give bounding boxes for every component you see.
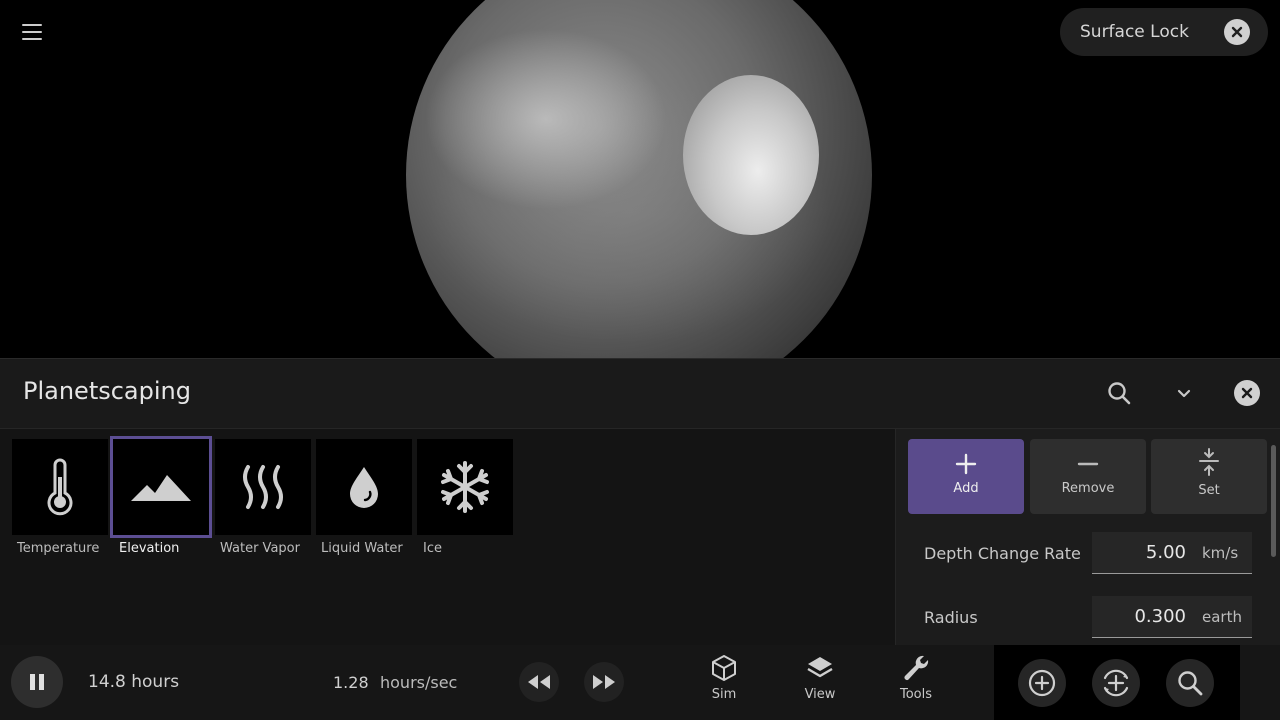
set-mode-button[interactable]: Set: [1151, 439, 1267, 514]
rewind-button[interactable]: [519, 662, 559, 702]
plus-icon: [955, 453, 977, 475]
menu-icon: [22, 24, 42, 26]
close-icon: [1241, 387, 1253, 399]
camera-search-button[interactable]: [1166, 659, 1214, 707]
remove-mode-button[interactable]: Remove: [1030, 439, 1146, 514]
plus-circle-icon: [1028, 669, 1056, 697]
set-mode-label: Set: [1198, 483, 1220, 498]
depth-change-rate-input[interactable]: 5.00 km/s: [1092, 532, 1252, 574]
sim-rate-value: 1.28: [333, 673, 369, 692]
fast-forward-button[interactable]: [584, 662, 624, 702]
pause-icon: [30, 674, 44, 690]
rotate-camera-button[interactable]: [1092, 659, 1140, 707]
nav-tools-button[interactable]: Tools: [881, 653, 951, 715]
nav-view-label: View: [804, 687, 836, 702]
nav-view-button[interactable]: View: [785, 653, 855, 715]
layer-tile-ice[interactable]: [417, 439, 513, 535]
panel-search-button[interactable]: [1105, 379, 1133, 407]
surface-lock-chip: Surface Lock: [1060, 8, 1268, 56]
zoom-in-button[interactable]: [1018, 659, 1066, 707]
settings-scrollbar[interactable]: [1271, 445, 1276, 557]
layer-tile-liquid-water[interactable]: [316, 439, 412, 535]
planet-viewport[interactable]: Surface Lock: [0, 0, 1280, 358]
radius-row: Radius 0.300 earth: [924, 596, 1254, 640]
remove-mode-label: Remove: [1061, 481, 1115, 496]
vapor-icon: [243, 465, 283, 509]
elevation-brush-area: [683, 75, 819, 235]
hamburger-menu-button[interactable]: [14, 14, 50, 50]
brush-settings: Add Remove Set Depth Change Rate 5.00 km: [895, 429, 1280, 646]
radius-input[interactable]: 0.300 earth: [1092, 596, 1252, 638]
rotate-move-icon: [1103, 669, 1129, 697]
depth-change-rate-value: 5.00: [1145, 542, 1186, 563]
layers-icon: [807, 657, 833, 678]
layer-label-temperature: Temperature: [17, 541, 100, 556]
panel-header: Planetscaping: [0, 359, 1280, 429]
add-mode-button[interactable]: Add: [908, 439, 1024, 514]
rewind-icon: [528, 675, 550, 689]
search-icon: [1178, 671, 1203, 696]
wrench-icon: [904, 655, 929, 680]
snowflake-icon: [441, 461, 489, 513]
planetscaping-panel: Planetscaping Temperature Elevation Wate…: [0, 358, 1280, 646]
sim-rate-unit: hours/sec: [380, 673, 458, 692]
depth-change-rate-row: Depth Change Rate 5.00 km/s: [924, 532, 1254, 576]
close-icon: [1231, 26, 1243, 38]
mountain-icon: [131, 475, 191, 501]
surface-lock-label: Surface Lock: [1080, 22, 1189, 42]
fast-forward-icon: [593, 675, 615, 689]
search-icon: [1108, 382, 1131, 405]
panel-close-button[interactable]: [1234, 380, 1260, 406]
radius-value: 0.300: [1134, 606, 1186, 627]
radius-label: Radius: [924, 608, 978, 627]
layer-label-liquid-water: Liquid Water: [321, 541, 403, 556]
radius-unit: earth: [1202, 608, 1242, 626]
elapsed-time: 14.8 hours: [88, 672, 180, 692]
chevron-down-icon: [1177, 389, 1191, 398]
water-drop-icon: [350, 467, 378, 508]
layer-tile-water-vapor[interactable]: [215, 439, 311, 535]
layer-label-water-vapor: Water Vapor: [220, 541, 300, 556]
add-mode-label: Add: [953, 481, 979, 496]
panel-title: Planetscaping: [23, 377, 191, 405]
layer-label-elevation: Elevation: [119, 541, 180, 556]
cube-icon: [712, 655, 736, 681]
pause-button[interactable]: [11, 656, 63, 708]
depth-change-rate-unit: km/s: [1202, 544, 1239, 562]
nav-sim-button[interactable]: Sim: [689, 653, 759, 715]
nav-tools-label: Tools: [899, 687, 933, 702]
panel-collapse-button[interactable]: [1170, 379, 1198, 407]
nav-sim-label: Sim: [711, 687, 737, 702]
camera-tools: [994, 645, 1240, 720]
layer-label-ice: Ice: [423, 541, 442, 556]
surface-lock-close-button[interactable]: [1224, 19, 1250, 45]
layer-selector: Temperature Elevation Water Vapor Liquid…: [0, 429, 895, 646]
thermometer-icon: [47, 458, 73, 516]
depth-change-rate-label: Depth Change Rate: [924, 544, 1081, 563]
layer-tile-elevation[interactable]: [110, 436, 212, 538]
minus-icon: [1077, 462, 1099, 466]
set-level-icon: [1199, 448, 1219, 476]
layer-tile-temperature[interactable]: [12, 439, 108, 535]
bottom-toolbar: 14.8 hours 1.28 hours/sec Sim View Tools: [0, 645, 1280, 720]
